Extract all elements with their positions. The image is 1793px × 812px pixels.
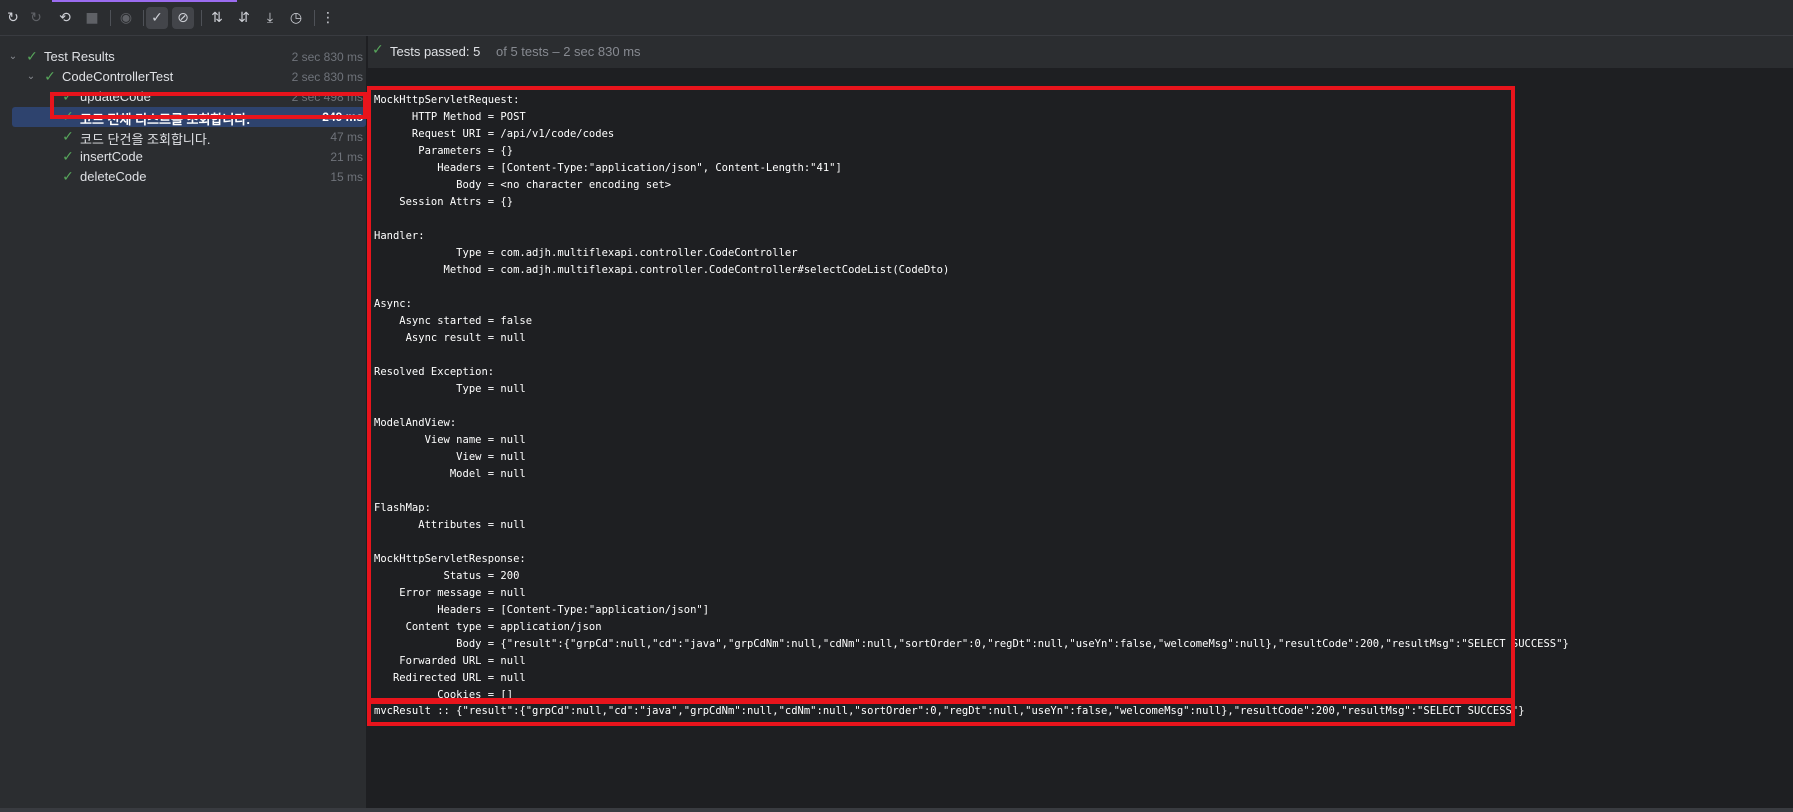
show-ignored-icon[interactable]: ⊘ (172, 7, 194, 29)
check-icon: ✓ (26, 49, 38, 65)
toolbar-separator (314, 10, 315, 26)
console-line: MockHttpServletResponse: (374, 553, 526, 565)
import-tests-icon[interactable]: ⤓ (259, 7, 281, 29)
test-history-icon[interactable]: ◷ (285, 7, 307, 29)
console-line: Resolved Exception: (374, 366, 495, 378)
console-line: Method = com.adjh.multiflexapi.controlle… (374, 264, 950, 276)
check-icon: ✓ (62, 129, 74, 145)
check-icon: ✓ (62, 109, 74, 125)
toolbar-separator (201, 10, 202, 26)
tree-item-test-results[interactable]: ⌄ ✓ Test Results 2 sec 830 ms (0, 47, 367, 67)
console-line: Type = null (374, 383, 526, 395)
sort-alphabetically-icon[interactable]: ⇅ (206, 7, 228, 29)
console-line: Handler: (374, 230, 425, 242)
console-line: Cookies = [] (374, 689, 514, 701)
console-line: Status = 200 (374, 570, 520, 582)
eye-icon[interactable]: ◉ (115, 7, 137, 29)
chevron-down-icon[interactable]: ⌄ (6, 48, 20, 66)
console-output[interactable]: MockHttpServletRequest: HTTP Method = PO… (374, 92, 1793, 720)
console-line: Request URI = /api/v1/code/codes (374, 128, 615, 140)
mvc-result-line: mvcResult :: {"result":{"grpCd":null,"cd… (374, 705, 1525, 717)
console-line: MockHttpServletRequest: (374, 94, 520, 106)
tree-item-duration: 2 sec 498 ms (291, 90, 363, 104)
tree-item-select-code-list[interactable]: ✓ 코드 전체 리스트를 조회합니다. 249 ms (0, 107, 367, 127)
tree-item-label: CodeControllerTest (62, 69, 174, 84)
more-options-icon[interactable]: ⋮ (317, 7, 339, 29)
console-pane: ✓ Tests passed: 5 of 5 tests – 2 sec 830… (368, 36, 1793, 812)
tree-item-duration: 2 sec 830 ms (291, 50, 363, 64)
tree-item-insert-code[interactable]: ✓ insertCode 21 ms (0, 147, 367, 167)
console-line: Headers = [Content-Type:"application/jso… (374, 162, 842, 174)
console-line: Type = com.adjh.multiflexapi.controller.… (374, 247, 798, 259)
tests-summary-label: of 5 tests – 2 sec 830 ms (496, 44, 641, 59)
tree-item-duration: 21 ms (330, 150, 363, 164)
console-line: Body = {"result":{"grpCd":null,"cd":"jav… (374, 638, 1569, 650)
tree-item-duration: 249 ms (322, 110, 363, 124)
toolbar-separator (110, 10, 111, 26)
tree-item-duration: 15 ms (330, 170, 363, 184)
tree-item-label: Test Results (44, 49, 115, 64)
console-line: Attributes = null (374, 519, 526, 531)
console-line: Error message = null (374, 587, 526, 599)
console-line: Body = <no character encoding set> (374, 179, 672, 191)
toggle-auto-test-icon[interactable]: ⟲ (54, 7, 76, 29)
console-line: Model = null (374, 468, 526, 480)
console-line: Async result = null (374, 332, 526, 344)
tree-item-delete-code[interactable]: ✓ deleteCode 15 ms (0, 167, 367, 187)
tree-item-duration: 47 ms (330, 130, 363, 144)
console-line: HTTP Method = POST (374, 111, 526, 123)
tree-item-code-controller-test[interactable]: ⌄ ✓ CodeControllerTest 2 sec 830 ms (0, 67, 367, 87)
test-results-tree: ⌄ ✓ Test Results 2 sec 830 ms ⌄ ✓ CodeCo… (0, 36, 367, 812)
tree-item-label: insertCode (80, 149, 143, 164)
tree-item-duration: 2 sec 830 ms (291, 70, 363, 84)
show-passed-icon[interactable]: ✓ (146, 7, 168, 29)
console-line: Session Attrs = {} (374, 196, 514, 208)
tests-passed-label: Tests passed: 5 (390, 44, 481, 59)
console-line: FlashMap: (374, 502, 431, 514)
console-line: ModelAndView: (374, 417, 457, 429)
stop-icon[interactable]: ■ (81, 7, 103, 29)
rerun-icon[interactable]: ↻ (2, 7, 24, 29)
check-icon: ✓ (62, 169, 74, 185)
console-line: Headers = [Content-Type:"application/jso… (374, 604, 710, 616)
console-line: Content type = application/json (374, 621, 602, 633)
check-icon: ✓ (44, 69, 56, 85)
tree-item-label: updateCode (80, 89, 151, 104)
console-line: Redirected URL = null (374, 672, 526, 684)
tree-item-label: 코드 전체 리스트를 조회합니다. (80, 112, 250, 127)
test-runner-toolbar: ↻ ↻ ⟲ ■ ◉ ✓ ⊘ ⇅ ⇵ ⤓ ◷ ⋮ (0, 0, 1793, 36)
tree-item-label: deleteCode (80, 169, 147, 184)
console-line: View name = null (374, 434, 526, 446)
check-icon: ✓ (372, 42, 384, 58)
test-status-bar: ✓ Tests passed: 5 of 5 tests – 2 sec 830… (368, 36, 1793, 68)
toolbar-separator (143, 10, 144, 26)
console-line: Async started = false (374, 315, 533, 327)
console-line: Async: (374, 298, 412, 310)
active-tab-indicator (52, 0, 237, 2)
console-line: Parameters = {} (374, 145, 514, 157)
bottom-divider (0, 808, 1793, 812)
tree-item-update-code[interactable]: ✓ updateCode 2 sec 498 ms (0, 87, 367, 107)
check-icon: ✓ (62, 149, 74, 165)
rerun-failed-icon[interactable]: ↻ (25, 7, 47, 29)
chevron-down-icon[interactable]: ⌄ (24, 68, 38, 86)
tree-item-select-code[interactable]: ✓ 코드 단건을 조회합니다. 47 ms (0, 127, 367, 147)
console-line: Forwarded URL = null (374, 655, 526, 667)
sort-by-duration-icon[interactable]: ⇵ (233, 7, 255, 29)
console-line: View = null (374, 451, 526, 463)
check-icon: ✓ (62, 89, 74, 105)
tree-item-label: 코드 단건을 조회합니다. (80, 132, 211, 147)
